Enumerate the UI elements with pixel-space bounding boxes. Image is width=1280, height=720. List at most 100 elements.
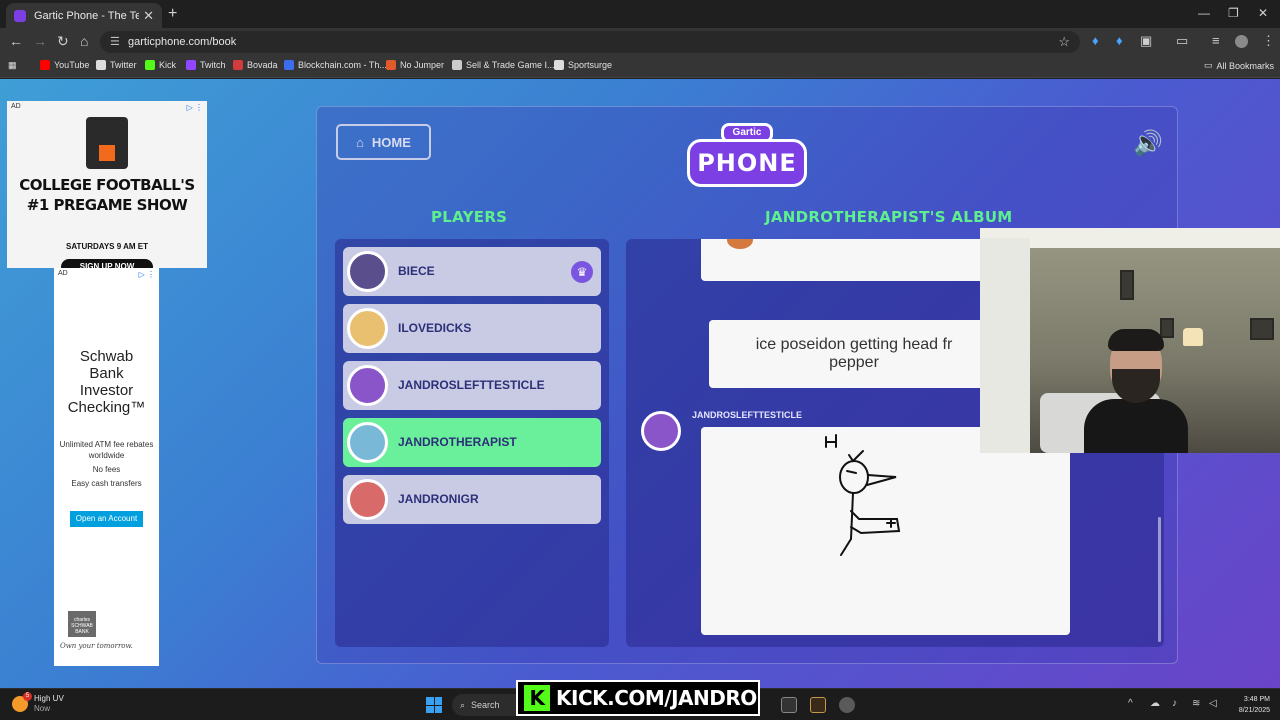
bookmark-label: Blockchain.com - Th... <box>298 60 387 70</box>
extensions-puzzle-icon[interactable]: ▣ <box>1140 33 1152 49</box>
album-drawing-card <box>701 427 1070 635</box>
ad-feature: Unlimited ATM fee rebates worldwide <box>59 440 154 460</box>
bookmark-selltrade[interactable]: Sell & Trade Game I... <box>452 60 555 70</box>
extension-icon[interactable]: ♦ <box>1116 33 1123 48</box>
ad-college-gameday[interactable]: AD ▷ ⋮ COLLEGE FOOTBALL'S #1 PREGAME SHO… <box>7 101 207 275</box>
home-icon: ⌂ <box>356 134 364 150</box>
bookmark-label: Sportsurge <box>568 60 613 70</box>
player-avatar <box>347 251 388 292</box>
extension-icon[interactable]: ♦ <box>1092 33 1099 48</box>
bovada-icon <box>233 60 243 70</box>
kick-channel-overlay: K KICK.COM/JANDRO <box>516 680 760 716</box>
bookmark-youtube[interactable]: YouTube <box>40 60 89 70</box>
windows-start-icon[interactable] <box>426 697 442 713</box>
bookmark-nojumper[interactable]: No Jumper <box>386 60 444 70</box>
tab-title: Gartic Phone - The Telephone G <box>34 9 140 22</box>
menu-dots-icon[interactable]: ⋮ <box>1262 33 1275 49</box>
reload-button[interactable]: ↻ <box>57 33 69 50</box>
album-drawing-card <box>701 239 991 281</box>
streamer-shirt <box>1084 399 1188 453</box>
home-nav-button[interactable]: ⌂ <box>80 33 88 49</box>
twitch-icon <box>186 60 196 70</box>
bookmark-kick[interactable]: Kick <box>145 60 176 70</box>
all-bookmarks[interactable]: ▭ All Bookmarks <box>1204 60 1274 71</box>
restore-button[interactable]: ❐ <box>1228 6 1239 20</box>
bookmark-twitter[interactable]: Twitter <box>96 60 137 70</box>
lamp <box>1183 328 1203 346</box>
player-row[interactable]: ILOVEDICKS <box>343 304 601 353</box>
drawer-avatar <box>641 411 681 451</box>
ad-schwab[interactable]: AD ▷ ⋮ Schwab Bank Investor Checking™ Un… <box>54 268 159 666</box>
adchoices-icon[interactable]: ▷ ⋮ <box>139 270 155 279</box>
app-icon[interactable] <box>781 697 797 713</box>
players-panel: BIECE ♛ ILOVEDICKS JANDROSLEFTTESTICLE J… <box>335 239 609 647</box>
kick-logo-icon: K <box>524 685 550 711</box>
volume-icon[interactable]: ◁ <box>1209 698 1217 709</box>
page-viewport: AD ▷ ⋮ COLLEGE FOOTBALL'S #1 PREGAME SHO… <box>0 79 1280 688</box>
site-settings-icon[interactable]: ☰ <box>110 35 120 48</box>
sound-icon[interactable]: 🔊 <box>1133 129 1163 158</box>
ad-signature: Own your tomorrow. <box>60 642 133 650</box>
ad-headline: COLLEGE FOOTBALL'S #1 PREGAME SHOW <box>7 175 207 215</box>
bookmark-label: Twitch <box>200 60 226 70</box>
kick-overlay-text: KICK.COM/JANDRO <box>556 686 757 710</box>
nojumper-icon <box>386 60 396 70</box>
media-control-icon[interactable]: ≡ <box>1212 33 1220 48</box>
settings-gear-icon[interactable] <box>839 697 855 713</box>
kick-icon <box>145 60 155 70</box>
taskbar-clock[interactable]: 3:48 PM 8/21/2025 <box>1226 694 1270 716</box>
blockchain-icon <box>284 60 294 70</box>
tab-search-icon[interactable]: ▭ <box>1176 33 1188 49</box>
player-avatar <box>347 479 388 520</box>
player-row[interactable]: JANDROSLEFTTESTICLE <box>343 361 601 410</box>
clock-date: 8/21/2025 <box>1238 707 1270 714</box>
player-avatar <box>347 365 388 406</box>
app-icon[interactable] <box>810 697 826 713</box>
player-name: ILOVEDICKS <box>398 321 472 335</box>
forward-button[interactable]: → <box>33 33 47 49</box>
album-scrollbar[interactable] <box>1158 517 1161 642</box>
adchoices-icon[interactable]: ▷ ⋮ <box>187 103 203 112</box>
player-row[interactable]: JANDRONIGR <box>343 475 601 524</box>
ad-headline-line: COLLEGE FOOTBALL'S <box>19 176 195 194</box>
bookmarks-bar: ▦ YouTube Twitter Kick Twitch Bovada Blo… <box>0 56 1280 78</box>
home-button[interactable]: ⌂ HOME <box>336 124 431 160</box>
tab-close-icon[interactable]: ✕ <box>143 8 154 24</box>
bookmark-star-icon[interactable]: ☆ <box>1058 34 1070 50</box>
microphone-icon[interactable]: ♪ <box>1172 698 1177 709</box>
drawing-fragment <box>727 239 753 249</box>
tray-chevron-icon[interactable]: ^ <box>1128 698 1133 709</box>
players-title: PLAYERS <box>431 208 508 226</box>
new-tab-button[interactable]: + <box>168 5 177 23</box>
album-text-card: ice poseidon getting head fr pepper <box>709 320 999 388</box>
weather-widget[interactable]: 5 High UV Now <box>12 692 64 714</box>
drawer-name: JANDROSLEFTTESTICLE <box>692 410 803 420</box>
wifi-icon[interactable]: ≋ <box>1192 698 1200 709</box>
streamer <box>1084 329 1188 453</box>
player-row[interactable]: BIECE ♛ <box>343 247 601 296</box>
close-window-button[interactable]: ✕ <box>1258 6 1268 20</box>
browser-tab[interactable]: Gartic Phone - The Telephone G ✕ <box>6 3 162 28</box>
streamer-beard <box>1112 369 1160 403</box>
bookmark-blockchain[interactable]: Blockchain.com - Th... <box>284 60 387 70</box>
apps-grid-icon[interactable]: ▦ <box>8 60 17 71</box>
youtube-icon <box>40 60 50 70</box>
open-account-button[interactable]: Open an Account <box>70 511 143 527</box>
bookmark-label: Bovada <box>247 60 278 70</box>
back-button[interactable]: ← <box>9 33 23 49</box>
player-avatar <box>347 308 388 349</box>
minimize-button[interactable]: — <box>1198 6 1210 20</box>
bookmark-label: Kick <box>159 60 177 70</box>
crown-icon: ♛ <box>571 261 593 283</box>
bookmark-label: Twitter <box>110 60 137 70</box>
bookmark-twitch[interactable]: Twitch <box>186 60 226 70</box>
ad-tag: AD <box>58 270 68 277</box>
address-bar[interactable]: ☰ garticphone.com/book ☆ <box>100 31 1080 53</box>
bookmark-bovada[interactable]: Bovada <box>233 60 278 70</box>
player-name: BIECE <box>398 264 435 278</box>
bookmark-sportsurge[interactable]: Sportsurge <box>554 60 612 70</box>
shield-icon <box>452 60 462 70</box>
player-row-active[interactable]: JANDROTHERAPIST <box>343 418 601 467</box>
profile-avatar[interactable] <box>1235 35 1248 48</box>
network-icon[interactable]: ☁ <box>1150 698 1160 709</box>
